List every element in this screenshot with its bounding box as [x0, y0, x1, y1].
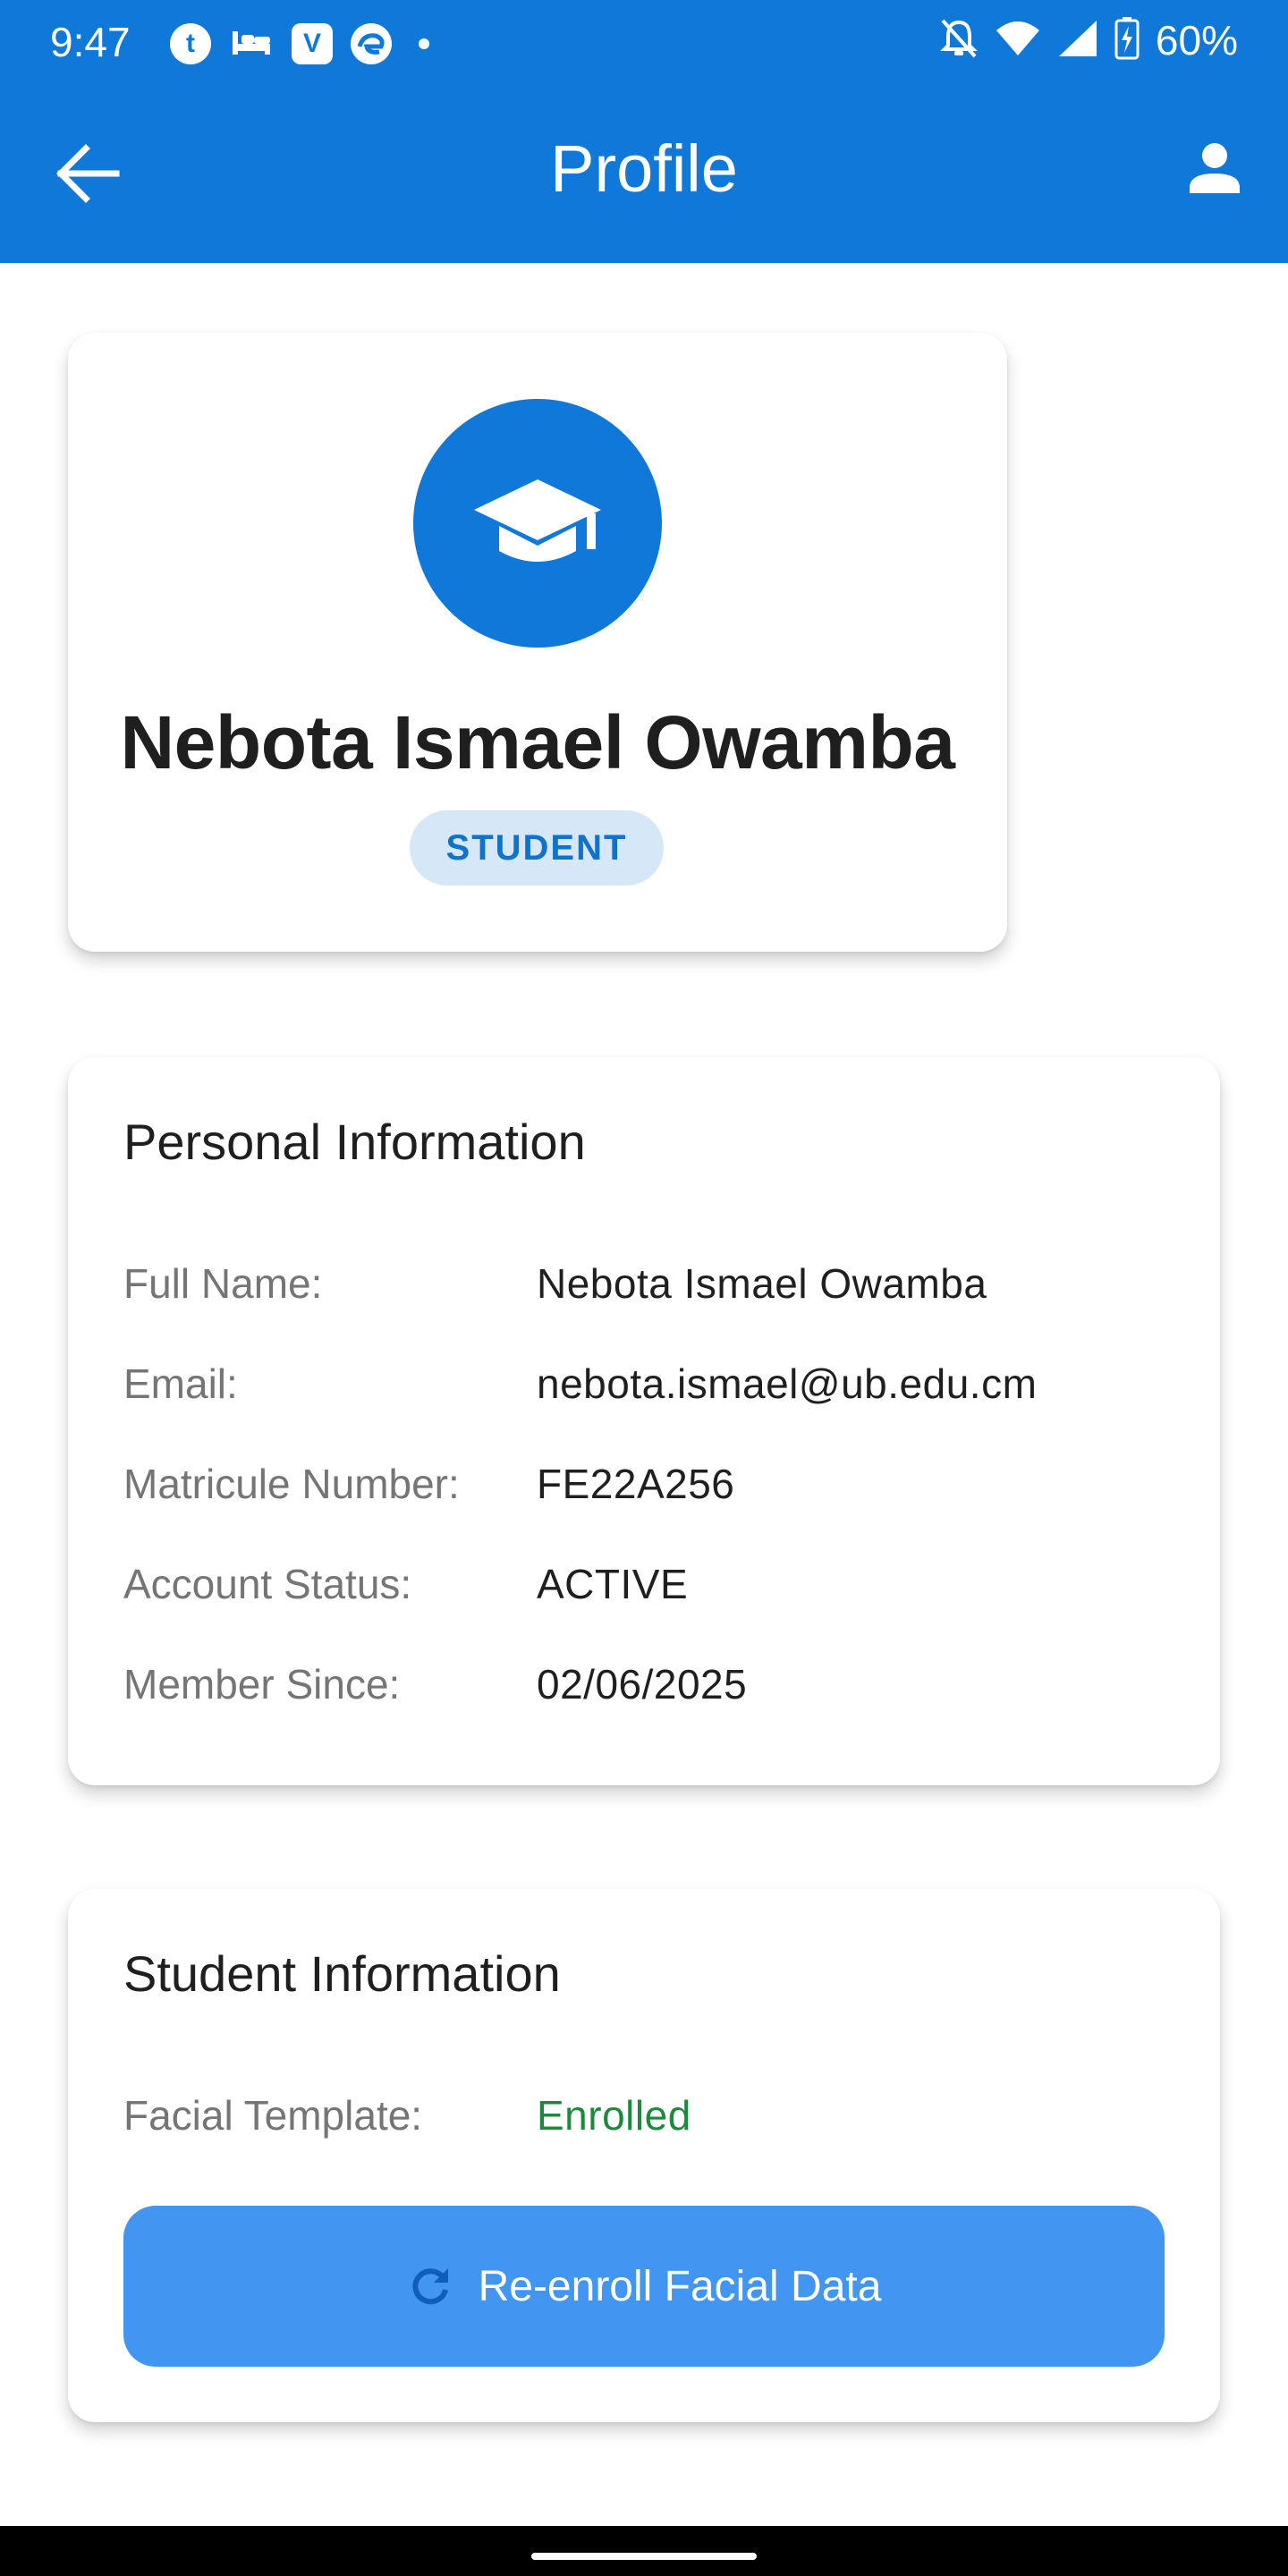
- row-label: Email:: [123, 1360, 238, 1407]
- profile-button[interactable]: [1179, 134, 1250, 206]
- notifications-off-icon: [939, 17, 979, 64]
- notification-icons: t V: [170, 23, 429, 64]
- info-row-full-name: Full Name: Nebota Ismael Owamba: [123, 1259, 1179, 1313]
- status-bar: 9:47 t V 60%: [0, 0, 1288, 86]
- row-value: FE22A256: [537, 1461, 735, 1507]
- personal-information-card: Personal Information Full Name: Nebota I…: [68, 1057, 1220, 1785]
- student-information-card: Student Information Facial Template: Enr…: [68, 1889, 1220, 2422]
- section-title: Student Information: [123, 1945, 561, 2002]
- info-row-email: Email: nebota.ismael@ub.edu.cm: [123, 1360, 1179, 1413]
- refresh-icon: [412, 2268, 448, 2305]
- profile-card: Nebota Ismael Owamba STUDENT: [68, 333, 1007, 952]
- wifi-icon: [995, 20, 1041, 62]
- row-value: nebota.ismael@ub.edu.cm: [537, 1360, 1038, 1407]
- row-label: Member Since:: [123, 1661, 401, 1707]
- row-label: Account Status:: [123, 1561, 412, 1607]
- profile-name: Nebota Ismael Owamba: [120, 700, 956, 784]
- row-label: Matricule Number:: [123, 1461, 460, 1507]
- info-row-member-since: Member Since: 02/06/2025: [123, 1660, 1179, 1714]
- graduation-cap-icon: [474, 479, 601, 562]
- row-value: ACTIVE: [537, 1561, 689, 1607]
- navigation-bar: [0, 2526, 1288, 2576]
- signal-icon: [1057, 19, 1098, 63]
- status-time: 9:47: [50, 19, 131, 65]
- row-label: Full Name:: [123, 1260, 323, 1307]
- info-row-account-status: Account Status: ACTIVE: [123, 1560, 1179, 1614]
- reenroll-facial-data-button[interactable]: Re-enroll Facial Data: [123, 2206, 1165, 2367]
- info-row-matricule: Matricule Number: FE22A256: [123, 1460, 1179, 1513]
- info-row-facial-template: Facial Template: Enrolled: [123, 2091, 1179, 2145]
- reenroll-label: Re-enroll Facial Data: [478, 2262, 882, 2310]
- row-label: Facial Template:: [123, 2092, 423, 2139]
- system-icons: 60%: [939, 16, 1238, 64]
- avatar: [413, 399, 662, 648]
- app-icon: t: [170, 23, 211, 64]
- battery-charging-icon: [1114, 16, 1140, 64]
- page-title: Profile: [550, 131, 738, 206]
- hotel-icon: [229, 24, 274, 64]
- section-title: Personal Information: [123, 1114, 586, 1170]
- row-value: Nebota Ismael Owamba: [537, 1260, 987, 1307]
- v-app-icon: V: [292, 23, 333, 64]
- app-bar: Profile: [0, 86, 1288, 263]
- role-badge: STUDENT: [410, 810, 664, 886]
- row-value: 02/06/2025: [537, 1661, 748, 1707]
- person-icon: [1190, 143, 1240, 193]
- facial-status: Enrolled: [537, 2092, 691, 2139]
- home-gesture-handle[interactable]: [531, 2553, 757, 2560]
- battery-percentage: 60%: [1155, 17, 1238, 64]
- dot-icon: [419, 38, 429, 49]
- edge-icon: [351, 23, 392, 64]
